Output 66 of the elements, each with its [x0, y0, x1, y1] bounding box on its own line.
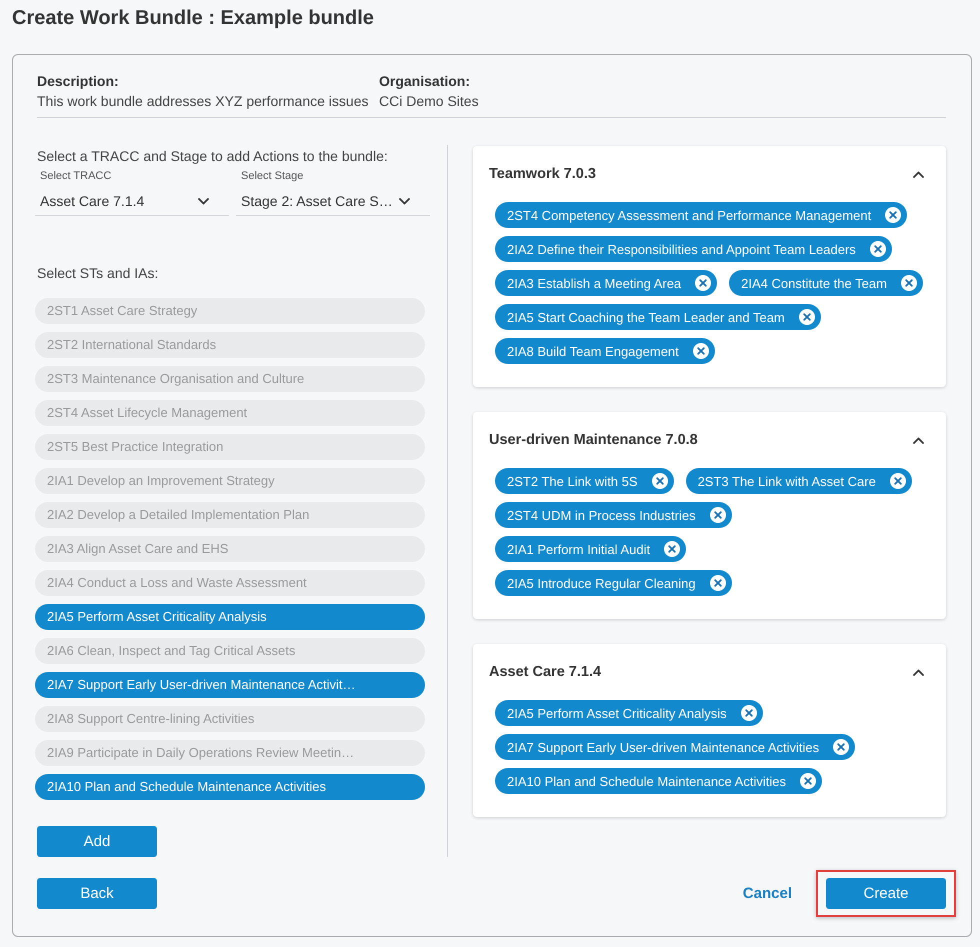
chevron-up-icon[interactable]: [913, 668, 924, 676]
card-title: Teamwork 7.0.3: [489, 166, 596, 182]
card-title: User-driven Maintenance 7.0.8: [489, 432, 698, 448]
close-icon[interactable]: [885, 207, 902, 223]
close-icon[interactable]: [692, 343, 709, 359]
chip-label: 2IA5 Introduce Regular Cleaning: [507, 576, 696, 590]
close-icon[interactable]: [710, 507, 726, 523]
close-icon[interactable]: [900, 275, 917, 291]
close-icon[interactable]: [870, 241, 886, 257]
organisation-label: Organisation:: [379, 72, 472, 91]
instruction-text: Select a TRACC and Stage to add Actions to the bundle:: [37, 147, 389, 166]
page-title: Create Work Bundle : Example bundle: [12, 6, 374, 30]
action-list-item[interactable]: 2ST4 Asset Lifecycle Management: [35, 400, 425, 426]
create-button[interactable]: Create: [826, 878, 946, 909]
field-label: Select Stage: [240, 169, 304, 183]
action-list-item[interactable]: 2IA5 Perform Asset Criticality Analysis: [35, 604, 425, 630]
action-list-item[interactable]: 2ST1 Asset Care Strategy: [35, 298, 425, 324]
action-list-item[interactable]: 2IA8 Support Centre-lining Activities: [35, 706, 425, 732]
chip-label: 2IA1 Perform Initial Audit: [507, 542, 650, 556]
dropdown-field[interactable]: Select Stage Stage 2: Asset Care S…: [236, 169, 430, 216]
close-icon[interactable]: [740, 705, 757, 721]
chevron-down-icon[interactable]: [399, 198, 410, 204]
card-title: Asset Care 7.1.4: [489, 664, 602, 680]
close-icon[interactable]: [890, 473, 906, 489]
description-text: This work bundle addresses XYZ performance issues: [37, 92, 370, 111]
action-list-item[interactable]: 2ST5 Best Practice Integration: [35, 434, 425, 460]
back-button[interactable]: Back: [37, 878, 157, 909]
chip-label: 2IA2 Define their Responsibilities and Appoint Team Leaders: [507, 242, 856, 256]
close-icon[interactable]: [710, 575, 726, 591]
close-icon[interactable]: [664, 541, 680, 557]
action-list-item[interactable]: 2IA4 Conduct a Loss and Waste Assessment: [35, 570, 425, 596]
action-list-item[interactable]: 2IA2 Develop a Detailed Implementation Plan: [35, 502, 425, 528]
chip-label: 2ST4 Competency Assessment and Performance Management: [507, 208, 872, 222]
chip-label: 2IA8 Build Team Engagement: [507, 344, 679, 358]
chip-label: 2IA4 Constitute the Team: [741, 276, 887, 290]
action-list-item[interactable]: 2IA1 Develop an Improvement Strategy: [35, 468, 425, 494]
description-label: Description:: [37, 72, 120, 91]
field-label: Select TRACC: [39, 169, 112, 183]
action-list-item[interactable]: 2IA10 Plan and Schedule Maintenance Activities: [35, 774, 425, 800]
action-list-item[interactable]: 2IA9 Participate in Daily Operations Review Meetin…: [35, 740, 425, 766]
close-icon[interactable]: [652, 473, 668, 489]
dropdown-field[interactable]: Select TRACC Asset Care 7.1.4: [35, 169, 229, 216]
chip-label: 2IA5 Start Coaching the Team Leader and Team: [507, 310, 785, 324]
action-list-item[interactable]: 2IA6 Clean, Inspect and Tag Critical Assets: [35, 638, 425, 664]
chevron-up-icon[interactable]: [913, 170, 924, 178]
organisation-text: CCi Demo Sites: [379, 92, 479, 111]
action-list-item[interactable]: 2ST3 Maintenance Organisation and Culture: [35, 366, 425, 392]
action-list-item[interactable]: 2IA3 Align Asset Care and EHS: [35, 536, 425, 562]
chip-label: 2IA10 Plan and Schedule Maintenance Activities: [507, 774, 786, 788]
chip-label: 2ST2 The Link with 5S: [507, 474, 638, 488]
add-button[interactable]: Add: [37, 826, 157, 857]
chip-label: 2ST4 UDM in Process Industries: [507, 508, 696, 522]
chip-label: 2IA5 Perform Asset Criticality Analysis: [507, 706, 727, 720]
chip-label: 2IA3 Establish a Meeting Area: [507, 276, 682, 290]
chip-label: 2IA7 Support Early User-driven Maintenance Activities: [507, 740, 820, 754]
close-icon[interactable]: [695, 275, 712, 291]
chevron-up-icon[interactable]: [913, 436, 924, 444]
close-icon[interactable]: [798, 309, 815, 325]
list-heading: Select STs and IAs:: [37, 264, 160, 283]
action-list-item[interactable]: 2IA7 Support Early User-driven Maintenance Activit…: [35, 672, 425, 698]
close-icon[interactable]: [800, 773, 816, 789]
close-icon[interactable]: [833, 739, 850, 755]
cancel-link[interactable]: Cancel: [742, 885, 792, 902]
chip-label: 2ST3 The Link with Asset Care: [698, 474, 876, 488]
chevron-down-icon[interactable]: [198, 198, 209, 204]
action-list-item[interactable]: 2ST2 International Standards: [35, 332, 425, 358]
